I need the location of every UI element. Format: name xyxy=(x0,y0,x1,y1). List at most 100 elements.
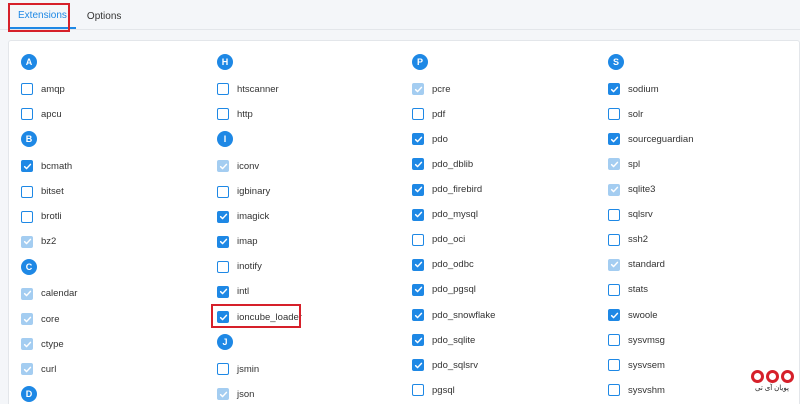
extension-item-calendar: calendar xyxy=(21,287,77,301)
extension-item-inotify[interactable]: inotify xyxy=(217,260,262,274)
extension-checkbox[interactable] xyxy=(412,208,424,221)
extension-item-intl[interactable]: intl xyxy=(217,285,249,299)
extension-checkbox[interactable] xyxy=(608,233,620,246)
extension-item-igbinary[interactable]: igbinary xyxy=(217,185,270,199)
extension-item-sodium[interactable]: sodium xyxy=(608,82,659,96)
checkmark-icon xyxy=(219,213,227,220)
extension-item-imap[interactable]: imap xyxy=(217,235,258,249)
extension-checkbox[interactable] xyxy=(608,108,620,121)
extension-label: pdo_sqlsrv xyxy=(432,359,478,371)
extension-label: pgsql xyxy=(432,384,455,396)
extension-label: core xyxy=(41,313,60,325)
extension-item-pdo-mysql[interactable]: pdo_mysql xyxy=(412,208,478,222)
extension-item-http[interactable]: http xyxy=(217,107,253,121)
extension-item-jsmin[interactable]: jsmin xyxy=(217,362,259,376)
extension-item-sysvsem[interactable]: sysvsem xyxy=(608,358,665,372)
checkmark-icon xyxy=(414,261,422,268)
extension-item-imagick[interactable]: imagick xyxy=(217,210,269,224)
extension-checkbox[interactable] xyxy=(608,334,620,347)
extension-item-stats[interactable]: stats xyxy=(608,283,648,297)
extension-checkbox[interactable] xyxy=(217,108,229,121)
extension-item-pdo-firebird[interactable]: pdo_firebird xyxy=(412,183,482,197)
tab-options[interactable]: Options xyxy=(78,3,130,29)
extension-checkbox[interactable] xyxy=(412,309,424,321)
extension-checkbox[interactable] xyxy=(21,160,33,173)
extension-label: pcre xyxy=(432,83,451,95)
extension-checkbox[interactable] xyxy=(21,108,33,121)
extension-item-pdo-snowflake[interactable]: pdo_snowflake xyxy=(412,308,495,322)
extension-item-pdo-dblib[interactable]: pdo_dblib xyxy=(412,157,473,171)
extension-checkbox[interactable] xyxy=(608,208,620,221)
extension-label: imap xyxy=(237,236,258,248)
extension-checkbox[interactable] xyxy=(608,83,620,96)
extension-checkbox[interactable] xyxy=(217,260,229,273)
extension-checkbox[interactable] xyxy=(21,210,33,223)
extension-checkbox xyxy=(21,338,33,351)
extension-checkbox[interactable] xyxy=(217,285,229,298)
extension-checkbox[interactable] xyxy=(217,363,229,376)
extension-item-pdo-odbc[interactable]: pdo_odbc xyxy=(412,258,474,272)
extension-item-pdo-sqlite[interactable]: pdo_sqlite xyxy=(412,333,475,347)
extension-checkbox[interactable] xyxy=(412,183,424,196)
extension-checkbox[interactable] xyxy=(217,185,229,198)
checkmark-icon xyxy=(414,86,422,92)
extension-label: stats xyxy=(628,284,649,296)
extension-label: intl xyxy=(237,286,250,298)
extension-checkbox[interactable] xyxy=(412,133,424,146)
extension-item-sysvshm[interactable]: sysvshm xyxy=(608,383,665,397)
extension-label: solr xyxy=(628,108,644,120)
extension-checkbox[interactable] xyxy=(608,359,620,372)
extension-checkbox[interactable] xyxy=(217,210,229,223)
extension-checkbox[interactable] xyxy=(412,359,424,372)
extension-item-pdo-oci[interactable]: pdo_oci xyxy=(412,233,465,247)
extension-item-bitset[interactable]: bitset xyxy=(21,185,64,199)
extension-label: pdo_mysql xyxy=(432,209,478,221)
extension-item-htscanner[interactable]: htscanner xyxy=(217,82,279,96)
extension-checkbox xyxy=(412,83,424,96)
extension-item-swoole[interactable]: swoole xyxy=(608,308,658,322)
extension-item-bcmath[interactable]: bcmath xyxy=(21,159,72,173)
extension-checkbox[interactable] xyxy=(21,83,33,96)
extension-label: pdo_snowflake xyxy=(432,309,496,321)
extension-checkbox[interactable] xyxy=(21,185,33,198)
extension-item-amqp[interactable]: amqp xyxy=(21,82,65,96)
extension-item-sqlsrv[interactable]: sqlsrv xyxy=(608,208,653,222)
extension-checkbox[interactable] xyxy=(412,258,424,271)
extension-item-brotli[interactable]: brotli xyxy=(21,210,62,224)
extension-checkbox[interactable] xyxy=(412,283,424,296)
tab-extensions[interactable]: Extensions xyxy=(9,3,76,29)
extension-item-pdo[interactable]: pdo xyxy=(412,132,448,146)
extension-checkbox[interactable] xyxy=(608,309,620,321)
group-letter-badge: S xyxy=(608,54,624,70)
group-letter-badge: P xyxy=(412,54,428,70)
extension-checkbox[interactable] xyxy=(412,233,424,246)
extension-item-ssh2[interactable]: ssh2 xyxy=(608,233,648,247)
checkmark-icon xyxy=(610,136,618,143)
extension-item-solr[interactable]: solr xyxy=(608,107,643,121)
extension-checkbox[interactable] xyxy=(608,133,620,146)
extension-label: jsmin xyxy=(237,363,260,375)
extension-label: ssh2 xyxy=(628,234,649,246)
extension-checkbox[interactable] xyxy=(217,235,229,248)
extension-checkbox[interactable] xyxy=(608,384,620,397)
extension-checkbox[interactable] xyxy=(412,384,424,397)
extension-label: pdo_oci xyxy=(432,234,466,246)
extension-checkbox[interactable] xyxy=(217,83,229,96)
extension-item-pgsql[interactable]: pgsql xyxy=(412,383,455,397)
checkmark-icon xyxy=(23,238,31,245)
group-letter-badge: C xyxy=(21,258,37,275)
extension-checkbox[interactable] xyxy=(412,334,424,347)
extension-label: sysvmsg xyxy=(628,334,665,346)
extension-item-pdf[interactable]: pdf xyxy=(412,107,445,121)
extension-item-sourceguardian[interactable]: sourceguardian xyxy=(608,132,694,146)
extension-item-sysvmsg[interactable]: sysvmsg xyxy=(608,333,665,347)
extension-checkbox[interactable] xyxy=(412,158,424,171)
extension-item-apcu[interactable]: apcu xyxy=(21,107,62,121)
extension-item-pdo-sqlsrv[interactable]: pdo_sqlsrv xyxy=(412,358,478,372)
extension-checkbox[interactable] xyxy=(412,108,424,121)
extension-item-curl: curl xyxy=(21,362,56,376)
extension-checkbox[interactable] xyxy=(217,311,229,323)
extension-item-ioncube-loader[interactable]: ioncube_loader xyxy=(217,310,302,324)
extension-item-pdo-pgsql[interactable]: pdo_pgsql xyxy=(412,283,476,297)
extension-checkbox[interactable] xyxy=(608,283,620,296)
